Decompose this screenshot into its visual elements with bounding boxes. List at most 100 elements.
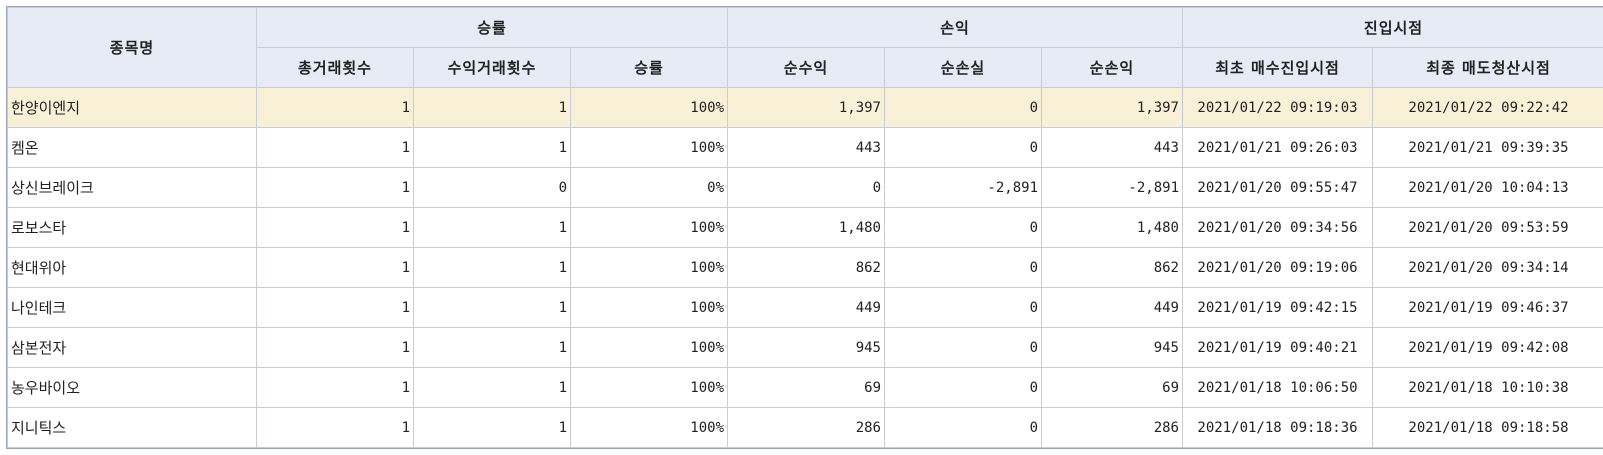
cell-total-trades: 1 [256,127,414,168]
cell-first-buy: 2021/01/18 09:18:36 [1182,407,1373,448]
header-last-sell[interactable]: 최종 매도청산시점 [1371,47,1603,88]
table-row[interactable]: 농우바이오 1 1 100% 69 0 69 2021/01/18 10:06:50 2021/… [7,367,1603,408]
table-row[interactable]: 켐온 1 1 100% 443 0 443 2021/01/21 09:26:03 2021/0… [7,127,1603,168]
cell-profit-trades: 1 [413,367,571,408]
cell-net-profit: 69 [727,367,885,408]
table-row[interactable]: 삼본전자 1 1 100% 945 0 945 2021/01/19 09:40:21 2021… [7,327,1603,368]
table-row[interactable]: 로보스타 1 1 100% 1,480 0 1,480 2021/01/20 09:34:56… [7,207,1603,248]
cell-last-sell: 2021/01/18 09:18:58 [1371,407,1603,448]
cell-total-trades: 1 [256,287,414,328]
cell-first-buy: 2021/01/21 09:26:03 [1182,127,1373,168]
header-net-profit[interactable]: 순수익 [727,47,885,88]
header-profit-trades[interactable]: 수익거래횟수 [413,47,571,88]
cell-winrate: 100% [570,247,728,288]
cell-first-buy: 2021/01/19 09:42:15 [1182,287,1373,328]
cell-profit-trades: 1 [413,247,571,288]
cell-name: 나인테크 [7,287,257,328]
cell-last-sell: 2021/01/20 09:53:59 [1371,207,1603,248]
cell-net-pnl: -2,891 [1041,167,1183,208]
cell-last-sell: 2021/01/19 09:42:08 [1371,327,1603,368]
cell-net-loss: -2,891 [884,167,1042,208]
table-row[interactable]: 나인테크 1 1 100% 449 0 449 2021/01/19 09:42:15 2021… [7,287,1603,328]
cell-net-pnl: 69 [1041,367,1183,408]
cell-winrate: 100% [570,127,728,168]
header-net-pnl[interactable]: 순손익 [1041,47,1183,88]
cell-net-pnl: 286 [1041,407,1183,448]
header-winrate[interactable]: 승률 [570,47,728,88]
cell-name: 로보스타 [7,207,257,248]
cell-net-loss: 0 [884,247,1042,288]
cell-net-pnl: 862 [1041,247,1183,288]
cell-name: 농우바이오 [7,367,257,408]
table-body: 한양이엔지 1 1 100% 1,397 0 1,397 2021/01/22 09:19:0… [7,87,1603,448]
cell-net-loss: 0 [884,367,1042,408]
table-row[interactable]: 지니틱스 1 1 100% 286 0 286 2021/01/18 09:18:36 2021… [7,407,1603,448]
cell-first-buy: 2021/01/22 09:19:03 [1182,87,1373,128]
cell-winrate: 100% [570,207,728,248]
cell-net-pnl: 1,397 [1041,87,1183,128]
header-group-winrate: 승률 [256,7,728,48]
cell-net-profit: 443 [727,127,885,168]
cell-winrate: 100% [570,367,728,408]
cell-first-buy: 2021/01/19 09:40:21 [1182,327,1373,368]
cell-last-sell: 2021/01/22 09:22:42 [1371,87,1603,128]
cell-name: 한양이엔지 [7,87,257,128]
table-header: 종목명 승률 손익 진입시점 총거래횟수 수익거래횟수 승률 순수익 순손실 순… [7,7,1603,88]
cell-net-loss: 0 [884,327,1042,368]
header-net-loss[interactable]: 순손실 [884,47,1042,88]
cell-profit-trades: 1 [413,287,571,328]
cell-net-loss: 0 [884,287,1042,328]
cell-winrate: 100% [570,407,728,448]
cell-net-pnl: 443 [1041,127,1183,168]
cell-total-trades: 1 [256,207,414,248]
cell-name: 현대위아 [7,247,257,288]
cell-last-sell: 2021/01/19 09:46:37 [1371,287,1603,328]
cell-profit-trades: 1 [413,207,571,248]
cell-winrate: 100% [570,287,728,328]
cell-net-profit: 945 [727,327,885,368]
cell-first-buy: 2021/01/20 09:19:06 [1182,247,1373,288]
trade-summary-grid: 종목명 승률 손익 진입시점 총거래횟수 수익거래횟수 승률 순수익 순손실 순… [6,6,1603,449]
cell-first-buy: 2021/01/18 10:06:50 [1182,367,1373,408]
cell-total-trades: 1 [256,367,414,408]
cell-first-buy: 2021/01/20 09:34:56 [1182,207,1373,248]
cell-profit-trades: 1 [413,127,571,168]
cell-net-profit: 1,480 [727,207,885,248]
cell-total-trades: 1 [256,87,414,128]
cell-name: 삼본전자 [7,327,257,368]
cell-last-sell: 2021/01/20 10:04:13 [1371,167,1603,208]
header-total-trades[interactable]: 총거래횟수 [256,47,414,88]
cell-last-sell: 2021/01/21 09:39:35 [1371,127,1603,168]
cell-total-trades: 1 [256,247,414,288]
trade-table: 종목명 승률 손익 진입시점 총거래횟수 수익거래횟수 승률 순수익 순손실 순… [7,7,1603,448]
cell-winrate: 100% [570,87,728,128]
cell-net-profit: 862 [727,247,885,288]
cell-net-loss: 0 [884,207,1042,248]
header-name[interactable]: 종목명 [7,7,257,88]
cell-net-profit: 449 [727,287,885,328]
table-row[interactable]: 상신브레이크 1 0 0% 0 -2,891 -2,891 2021/01/20 09:55:… [7,167,1603,208]
cell-net-profit: 286 [727,407,885,448]
cell-name: 켐온 [7,127,257,168]
header-first-buy[interactable]: 최초 매수진입시점 [1182,47,1373,88]
cell-net-profit: 0 [727,167,885,208]
cell-last-sell: 2021/01/20 09:34:14 [1371,247,1603,288]
cell-profit-trades: 1 [413,87,571,128]
cell-last-sell: 2021/01/18 10:10:38 [1371,367,1603,408]
cell-total-trades: 1 [256,407,414,448]
cell-net-loss: 0 [884,407,1042,448]
table-row[interactable]: 현대위아 1 1 100% 862 0 862 2021/01/20 09:19:06 2021… [7,247,1603,288]
cell-net-loss: 0 [884,127,1042,168]
cell-net-pnl: 945 [1041,327,1183,368]
cell-profit-trades: 0 [413,167,571,208]
cell-winrate: 100% [570,327,728,368]
cell-net-pnl: 449 [1041,287,1183,328]
cell-total-trades: 1 [256,327,414,368]
cell-name: 상신브레이크 [7,167,257,208]
cell-profit-trades: 1 [413,407,571,448]
cell-first-buy: 2021/01/20 09:55:47 [1182,167,1373,208]
cell-winrate: 0% [570,167,728,208]
cell-total-trades: 1 [256,167,414,208]
table-row[interactable]: 한양이엔지 1 1 100% 1,397 0 1,397 2021/01/22 09:19:0… [7,87,1603,128]
cell-name: 지니틱스 [7,407,257,448]
